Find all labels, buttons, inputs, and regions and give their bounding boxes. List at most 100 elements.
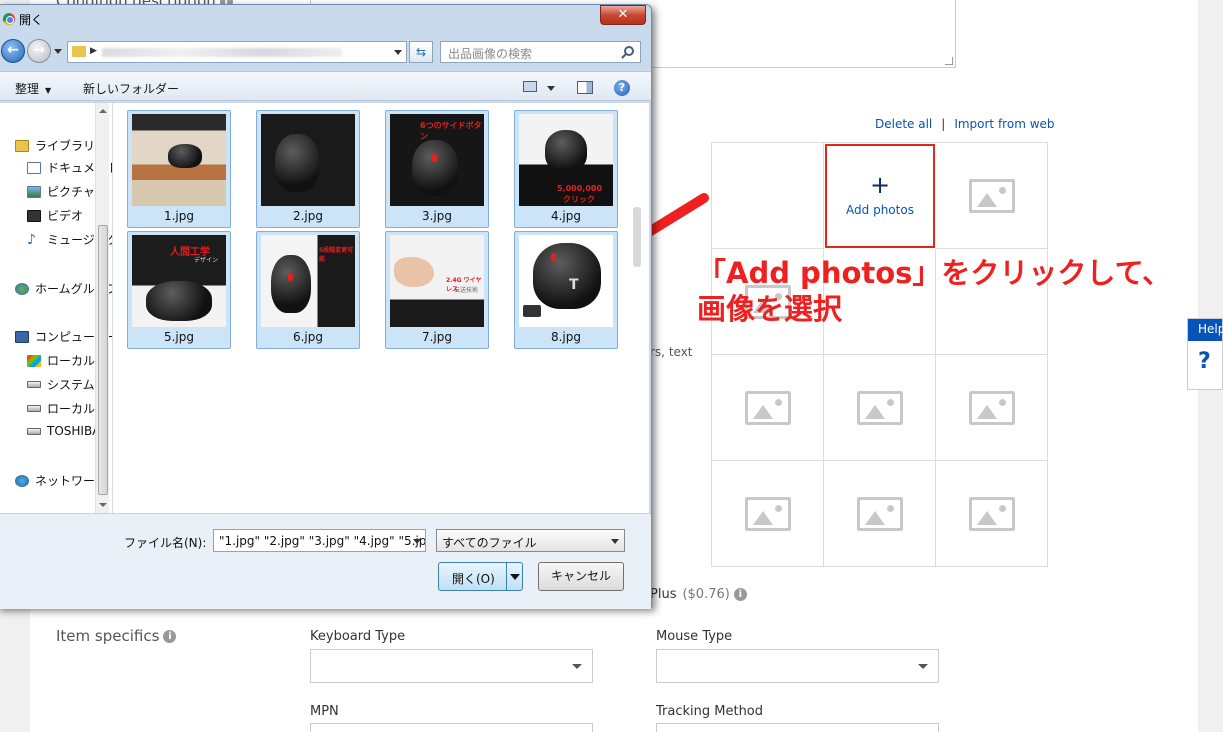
file-thumbnail: 2.4G ワイヤレス 伝送技術 bbox=[390, 235, 484, 327]
network-icon bbox=[15, 474, 29, 487]
help-tab[interactable]: Help ? bbox=[1187, 318, 1223, 390]
file-tile[interactable]: 6つのサイドボタン 3.jpg bbox=[385, 110, 489, 228]
thumbnail-caption: デザイン bbox=[194, 257, 219, 264]
mouse-image bbox=[275, 134, 319, 192]
file-tile[interactable]: 5,000,000 クリック 4.jpg bbox=[514, 110, 618, 228]
preview-pane-icon[interactable] bbox=[577, 81, 593, 94]
file-name: 1.jpg bbox=[163, 209, 195, 223]
search-input[interactable]: 出品画像の検索 bbox=[440, 41, 641, 63]
drive-icon bbox=[27, 427, 41, 435]
file-thumbnail: T bbox=[519, 235, 613, 327]
info-icon[interactable]: i bbox=[163, 630, 177, 643]
scrollbar-thumb[interactable] bbox=[633, 207, 641, 267]
search-placeholder: 出品画像の検索 bbox=[448, 47, 533, 61]
photo-slot[interactable] bbox=[936, 355, 1048, 461]
nav-scrollbar[interactable] bbox=[95, 103, 109, 513]
organize-button[interactable]: 整理 ▼ bbox=[15, 80, 51, 97]
refresh-button[interactable]: ⇆ bbox=[409, 41, 433, 63]
chevron-down-icon: ▼ bbox=[45, 86, 52, 95]
brand-logo: T bbox=[569, 277, 579, 293]
open-button[interactable]: 開く(O) bbox=[438, 562, 523, 591]
nav-item-network[interactable]: ネットワーク bbox=[15, 472, 107, 489]
drive-icon bbox=[27, 381, 41, 388]
back-button[interactable]: ← bbox=[1, 39, 25, 63]
chevron-down-icon[interactable] bbox=[413, 539, 421, 544]
file-name: 8.jpg bbox=[550, 330, 582, 344]
file-scrollbar[interactable] bbox=[633, 107, 641, 507]
nav-item-pictures[interactable]: ピクチャ bbox=[27, 183, 95, 200]
drive-icon bbox=[27, 405, 41, 412]
close-button[interactable]: ✕ bbox=[600, 5, 646, 25]
mpn-input[interactable] bbox=[310, 723, 593, 732]
filename-input[interactable]: "1.jpg" "2.jpg" "3.jpg" "4.jpg" "5.jpg" … bbox=[213, 529, 426, 552]
search-icon[interactable] bbox=[624, 46, 634, 56]
forward-button[interactable]: → bbox=[27, 39, 51, 63]
file-tile[interactable]: 5段階変更可能 6.jpg bbox=[256, 231, 360, 349]
nav-item-local-disk[interactable]: ローカル bbox=[27, 352, 95, 369]
address-bar[interactable]: ▶ bbox=[67, 41, 407, 63]
library-icon bbox=[15, 139, 29, 152]
new-folder-button[interactable]: 新しいフォルダー bbox=[83, 80, 179, 97]
info-icon[interactable]: i bbox=[733, 588, 747, 601]
photo-slot[interactable] bbox=[712, 143, 824, 249]
chevron-down-icon[interactable] bbox=[547, 86, 555, 91]
view-icon[interactable] bbox=[523, 81, 537, 92]
mouse-wheel bbox=[432, 154, 437, 162]
chevron-down-icon bbox=[918, 664, 928, 669]
mouse-image bbox=[545, 130, 587, 172]
nav-item-toshiba[interactable]: TOSHIBA bbox=[27, 424, 100, 438]
photo-slot[interactable] bbox=[936, 461, 1048, 567]
mpn-label: MPN bbox=[310, 704, 339, 719]
dialog-titlebar[interactable]: 開く ✕ bbox=[0, 5, 651, 33]
chevron-right-icon[interactable]: ▶ bbox=[90, 46, 97, 56]
chrome-icon bbox=[3, 13, 15, 25]
thumbnail-caption: 5,000,000 bbox=[557, 184, 603, 193]
cancel-button[interactable]: キャンセル bbox=[538, 562, 624, 591]
file-type-select[interactable]: すべてのファイル bbox=[436, 529, 625, 552]
help-icon[interactable]: ? bbox=[614, 80, 630, 96]
nav-item-system[interactable]: システム bbox=[27, 376, 95, 393]
photo-slot[interactable] bbox=[712, 355, 824, 461]
import-from-web-link[interactable]: Import from web bbox=[954, 117, 1054, 131]
keyboard-type-select[interactable] bbox=[310, 649, 593, 683]
annotation-line-1: 「Add photos」をクリックして、 bbox=[697, 256, 1172, 290]
photo-slot[interactable] bbox=[936, 143, 1048, 249]
chevron-down-icon bbox=[611, 539, 619, 544]
resize-grip-icon[interactable] bbox=[945, 57, 953, 65]
mouse-type-select[interactable] bbox=[656, 649, 939, 683]
image-placeholder-icon bbox=[969, 390, 1015, 425]
recent-locations-icon[interactable] bbox=[54, 49, 62, 54]
file-name: 4.jpg bbox=[550, 209, 582, 223]
picture-icon bbox=[27, 185, 41, 198]
video-icon bbox=[27, 209, 41, 222]
photo-slot[interactable] bbox=[712, 461, 824, 567]
tracking-method-select[interactable] bbox=[656, 723, 939, 732]
photo-slot[interactable] bbox=[824, 461, 936, 567]
file-name: 7.jpg bbox=[421, 330, 453, 344]
nav-item-local-disk-2[interactable]: ローカル bbox=[27, 400, 95, 417]
tracking-method-label: Tracking Method bbox=[656, 704, 764, 719]
nav-item-videos[interactable]: ビデオ bbox=[27, 207, 83, 224]
photo-slot[interactable] bbox=[824, 355, 936, 461]
file-tile[interactable]: T 8.jpg bbox=[514, 231, 618, 349]
nav-item-libraries[interactable]: ライブラリ bbox=[15, 137, 95, 154]
homegroup-icon bbox=[15, 282, 29, 295]
scroll-down-icon[interactable] bbox=[99, 503, 107, 507]
chevron-down-icon[interactable] bbox=[510, 574, 520, 580]
dialog-footer: ファイル名(N): "1.jpg" "2.jpg" "3.jpg" "4.jpg… bbox=[0, 513, 651, 609]
scrollbar-thumb[interactable] bbox=[98, 225, 108, 495]
delete-all-link[interactable]: Delete all bbox=[875, 117, 932, 131]
file-tile[interactable]: 2.jpg bbox=[256, 110, 360, 228]
file-thumbnail bbox=[132, 114, 226, 206]
file-tile[interactable]: 2.4G ワイヤレス 伝送技術 7.jpg bbox=[385, 231, 489, 349]
windows-drive-icon bbox=[27, 354, 41, 367]
mouse-wheel bbox=[288, 273, 293, 281]
scroll-up-icon[interactable] bbox=[99, 109, 107, 113]
file-tile[interactable]: 1.jpg bbox=[127, 110, 231, 228]
image-placeholder-icon bbox=[856, 390, 903, 425]
add-photos-button[interactable]: + Add photos bbox=[825, 144, 935, 248]
file-thumbnail: 5,000,000 クリック bbox=[519, 114, 613, 206]
mouse-image bbox=[168, 144, 202, 168]
file-tile[interactable]: 人間工学 デザイン 5.jpg bbox=[127, 231, 231, 349]
chevron-down-icon[interactable] bbox=[394, 50, 402, 55]
